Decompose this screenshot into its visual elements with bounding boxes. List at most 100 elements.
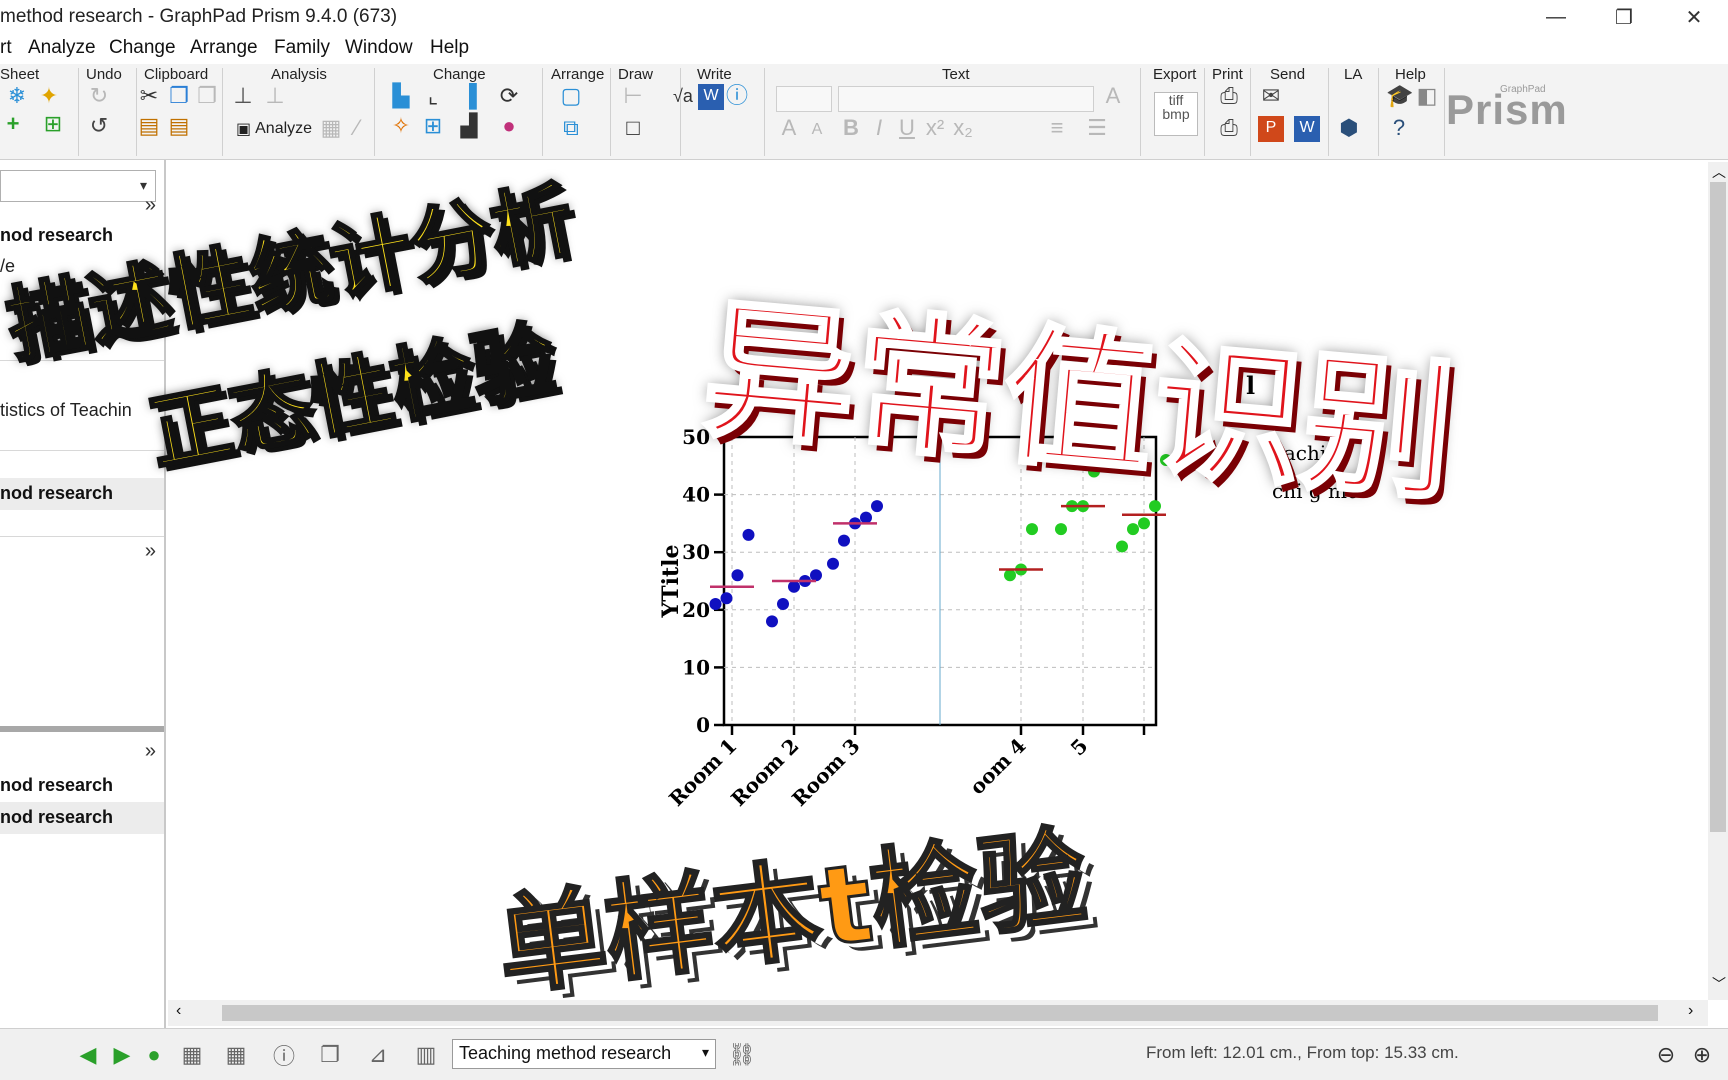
horizontal-scrollbar[interactable]: ‹ › — [168, 1000, 1708, 1026]
menu-insert[interactable]: rt — [0, 37, 12, 59]
redo-icon[interactable]: ↻ — [86, 84, 112, 110]
line-spacing-icon[interactable]: ☰ — [1084, 116, 1110, 142]
nav-item-graph[interactable]: nod research — [0, 478, 164, 510]
add-sheet-icon[interactable]: + — [0, 112, 26, 138]
info-sheet-icon[interactable]: ⓘ — [270, 1041, 298, 1069]
rectangle-icon[interactable]: □ — [620, 116, 646, 142]
zoom-out-icon[interactable]: ⊖ — [1652, 1041, 1680, 1069]
bold-icon[interactable]: B — [838, 116, 864, 142]
italic-icon[interactable]: I — [866, 116, 892, 142]
undo-icon[interactable]: ↺ — [86, 114, 112, 140]
nav-item-layout[interactable]: nod research — [0, 770, 164, 802]
superscript-icon[interactable]: x² — [922, 116, 948, 142]
tips-icon[interactable]: ◧ — [1414, 84, 1440, 110]
expand-icon-2[interactable]: » — [145, 540, 156, 563]
y-tick-label: 30 — [682, 540, 710, 564]
equation-icon[interactable]: √a — [670, 84, 696, 110]
learn-icon[interactable]: 🎓 — [1386, 84, 1413, 110]
restore-button[interactable]: ❐ — [1594, 0, 1654, 34]
scroll-up-icon[interactable]: ︿ — [1712, 162, 1726, 182]
link-icon[interactable]: ⛓ — [728, 1041, 756, 1069]
line-icon[interactable]: ⊢ — [620, 84, 646, 110]
title-bar: method research - GraphPad Prism 9.4.0 (… — [0, 0, 1728, 34]
navigator-combo[interactable]: ▾ — [0, 170, 156, 202]
data-point — [788, 580, 800, 593]
analyze-button[interactable]: ▣ Analyze — [232, 116, 316, 142]
color-scheme-icon[interactable]: ● — [496, 114, 522, 140]
paste-special-icon[interactable]: ❐ — [194, 84, 220, 110]
results-icon[interactable]: ❐ — [316, 1041, 344, 1069]
scroll-down-icon[interactable]: ﹀ — [1712, 974, 1726, 994]
change-graph-type-icon[interactable]: ▙ — [388, 84, 414, 110]
graph-sheet-icon[interactable]: ⊿ — [364, 1041, 392, 1069]
align-text-icon[interactable]: ≡ — [1044, 116, 1070, 142]
horizontal-scroll-thumb[interactable] — [222, 1005, 1658, 1021]
graph-icon[interactable]: ⊥ — [230, 84, 256, 110]
group-send-label: Send — [1270, 66, 1306, 83]
magic-icon[interactable]: ✧ — [388, 114, 414, 140]
font-color-icon[interactable]: A — [1100, 84, 1126, 110]
la-cube-icon[interactable]: ⬢ — [1336, 116, 1362, 142]
data-point — [860, 511, 872, 524]
data-table-icon[interactable]: ▦ — [222, 1041, 250, 1069]
underline-icon[interactable]: U — [894, 116, 920, 142]
copy-icon[interactable]: ❐ — [166, 84, 192, 110]
export-icon[interactable]: tiff bmp — [1154, 92, 1198, 136]
minimize-button[interactable]: — — [1526, 0, 1586, 34]
zoom-in-icon[interactable]: ⊕ — [1688, 1041, 1716, 1069]
add-family-icon[interactable]: ⊞ — [40, 112, 66, 138]
email-icon[interactable]: ✉ — [1258, 84, 1284, 110]
chevron-down-icon: ▾ — [701, 1044, 709, 1060]
close-button[interactable]: ✕ — [1664, 0, 1724, 34]
help-icon[interactable]: ? — [1386, 116, 1412, 142]
expand-icon[interactable]: » — [145, 194, 156, 217]
nav-item-results[interactable]: tistics of Teachin — [0, 400, 164, 421]
pin-icon[interactable]: ✦ — [36, 84, 62, 110]
print-icon[interactable]: ⎙ — [1216, 84, 1242, 110]
word-icon[interactable]: W — [698, 84, 724, 110]
powerpoint-icon[interactable]: P — [1258, 116, 1284, 142]
cut-icon[interactable]: ✂ — [136, 84, 162, 110]
menu-change[interactable]: Change — [109, 37, 176, 59]
new-table-icon[interactable]: ❄ — [4, 84, 30, 110]
y-tick-label: 0 — [696, 713, 710, 737]
sheet-search-icon[interactable]: ● — [140, 1041, 168, 1069]
add-data-icon[interactable]: ⊞ — [420, 114, 446, 140]
font-family-combo[interactable] — [838, 86, 1094, 112]
word-send-icon[interactable]: W — [1294, 116, 1320, 142]
shrink-font-icon[interactable]: A — [804, 118, 830, 144]
paste-link-icon[interactable]: ▤ — [166, 114, 192, 140]
nav-item-family[interactable]: nod research — [0, 802, 164, 834]
subscript-icon[interactable]: x₂ — [950, 116, 976, 142]
menu-window[interactable]: Window — [345, 37, 413, 59]
format-axes-icon[interactable]: ▟ — [456, 114, 482, 140]
vertical-scroll-thumb[interactable] — [1710, 182, 1726, 832]
menu-family[interactable]: Family — [274, 37, 330, 59]
tile-icon[interactable]: ▦ — [178, 1041, 206, 1069]
data-point — [742, 528, 755, 541]
scroll-right-icon[interactable]: › — [1688, 1002, 1693, 1020]
data-point — [1138, 517, 1150, 530]
swap-icon[interactable]: ⟳ — [496, 84, 522, 110]
menu-analyze[interactable]: Analyze — [28, 37, 96, 59]
expand-icon-3[interactable]: » — [145, 740, 156, 763]
print-preview-icon[interactable]: ⎙ — [1216, 116, 1242, 142]
paste-icon[interactable]: ▤ — [136, 114, 162, 140]
font-size-combo[interactable] — [776, 86, 832, 112]
menu-arrange[interactable]: Arrange — [190, 37, 258, 59]
bars-icon[interactable]: ▐ — [456, 84, 482, 110]
layout-sheet-icon[interactable]: ▥ — [412, 1041, 440, 1069]
group-analysis-label: Analysis — [271, 66, 327, 83]
menu-help[interactable]: Help — [430, 37, 469, 59]
vertical-scrollbar[interactable]: ︿ ﹀ — [1708, 162, 1728, 1000]
align-icon[interactable]: ⧉ — [558, 116, 584, 142]
window-title: method research - GraphPad Prism 9.4.0 (… — [0, 6, 398, 27]
next-sheet-icon[interactable]: ▶ — [108, 1041, 136, 1069]
info-icon[interactable]: ⓘ — [724, 84, 750, 110]
scroll-left-icon[interactable]: ‹ — [176, 1002, 181, 1020]
grow-font-icon[interactable]: A — [776, 116, 802, 142]
axis-icon[interactable]: ⌞ — [420, 84, 446, 110]
previous-sheet-icon[interactable]: ◀ — [74, 1041, 102, 1069]
sheet-select[interactable]: Teaching method research ▾ — [452, 1039, 716, 1069]
arrange-icon[interactable]: ▢ — [558, 84, 584, 110]
